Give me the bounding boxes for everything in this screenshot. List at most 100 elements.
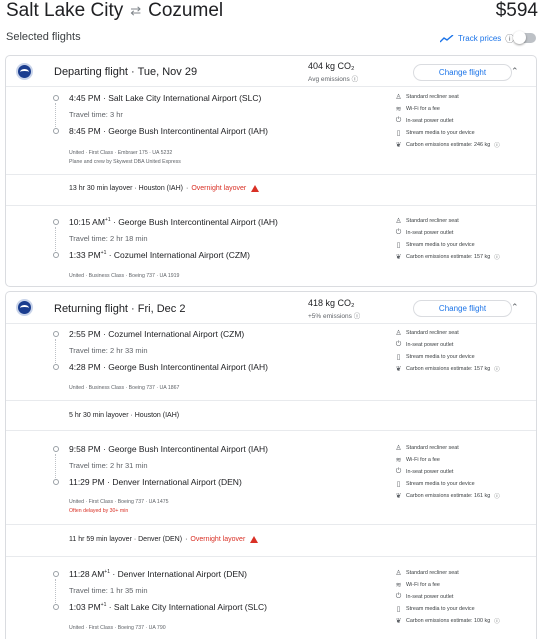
selected-flights-heading: Selected flights bbox=[6, 31, 81, 43]
amenity-seat: ♙ Standard recliner seat bbox=[395, 570, 459, 577]
power-plug-icon: ⏻ bbox=[395, 341, 402, 348]
seat-icon: ♙ bbox=[395, 330, 402, 337]
divider bbox=[6, 174, 536, 175]
amenity-carbon: ❦ Carbon emissions estimate: 161 kg ⓘ bbox=[395, 492, 500, 500]
info-icon[interactable]: ⓘ bbox=[354, 313, 361, 320]
track-prices-label: Track prices bbox=[458, 34, 502, 43]
dep-airport: Salt Lake City International Airport (SL… bbox=[108, 93, 262, 103]
divider bbox=[6, 400, 536, 401]
departure-stop: 11:28 AM+1 · Denver International Airpor… bbox=[69, 569, 248, 579]
flight-details: United · First Class · Boeing 737 · UA 7… bbox=[69, 625, 166, 631]
leaf-icon: ❦ bbox=[395, 254, 402, 261]
delay-warning: Often delayed by 30+ min bbox=[69, 508, 129, 514]
trip-header: Salt Lake City ⇄ Cozumel $594 bbox=[6, 0, 538, 26]
route-dotted-line bbox=[55, 454, 57, 478]
collapse-chevron-up-icon[interactable]: ⌃ bbox=[511, 66, 519, 77]
departing-emissions: 404 kg CO₂ Avg emissions ⓘ bbox=[308, 61, 388, 83]
info-icon[interactable]: ⓘ bbox=[352, 76, 359, 83]
departing-flight-title: Departing flight · Tue, Nov 29 bbox=[54, 66, 198, 78]
change-departing-flight-button[interactable]: Change flight bbox=[413, 64, 512, 81]
departure-stop: 9:58 PM · George Bush Intercontinental A… bbox=[69, 444, 268, 454]
travel-time: Travel time: 1 hr 35 min bbox=[69, 586, 148, 595]
device-icon: ▯ bbox=[396, 354, 401, 361]
destination-city: Cozumel bbox=[148, 0, 224, 21]
wifi-icon: ≋ bbox=[395, 582, 402, 589]
route-dotted-line bbox=[55, 339, 57, 363]
departing-flight-card: Departing flight · Tue, Nov 29 404 kg CO… bbox=[5, 55, 537, 287]
returning-flight-title: Returning flight · Fri, Dec 2 bbox=[54, 303, 186, 315]
departure-dot-icon bbox=[53, 331, 59, 337]
departure-dot-icon bbox=[53, 219, 59, 225]
operated-by: Plane and crew by Skywest DBA United Exp… bbox=[69, 159, 181, 165]
arr-airport: George Bush Intercontinental Airport (IA… bbox=[108, 126, 268, 136]
layover-text: 5 hr 30 min layover · Houston (IAH) bbox=[69, 412, 180, 419]
route-dotted-line bbox=[55, 103, 57, 127]
departure-dot-icon bbox=[53, 446, 59, 452]
device-icon: ▯ bbox=[396, 481, 401, 488]
amenity-media: ▯ Stream media to your device bbox=[396, 354, 475, 361]
divider bbox=[6, 86, 536, 87]
amenity-wifi: ≋ Wi-Fi for a fee bbox=[395, 582, 440, 589]
flight-details: United · Business Class · Boeing 737 · U… bbox=[69, 385, 180, 391]
info-icon[interactable]: ⓘ bbox=[494, 365, 499, 373]
info-icon[interactable]: ⓘ bbox=[494, 492, 499, 500]
collapse-chevron-up-icon[interactable]: ⌃ bbox=[511, 302, 519, 313]
layover-info: 11 hr 59 min layover · Denver (DEN) · Ov… bbox=[69, 536, 259, 543]
device-icon: ▯ bbox=[396, 130, 401, 137]
amenity-power: ⏻ In-seat power outlet bbox=[395, 117, 454, 124]
swap-arrows-icon: ⇄ bbox=[130, 3, 142, 18]
route-dotted-line bbox=[55, 227, 57, 251]
seat-icon: ♙ bbox=[395, 94, 402, 101]
divider bbox=[6, 430, 536, 431]
track-prices[interactable]: Track prices ⓘ bbox=[440, 32, 514, 45]
amenity-wifi: ≋ Wi-Fi for a fee bbox=[395, 457, 440, 464]
wifi-icon: ≋ bbox=[395, 457, 402, 464]
leaf-icon: ❦ bbox=[395, 142, 402, 149]
departure-dot-icon bbox=[53, 571, 59, 577]
returning-flight-card: Returning flight · Fri, Dec 2 418 kg CO₂… bbox=[5, 291, 537, 639]
layover-warning: Overnight layover bbox=[191, 185, 247, 192]
layover-warning: Overnight layover bbox=[190, 536, 246, 543]
seat-icon: ♙ bbox=[395, 445, 402, 452]
seat-icon: ♙ bbox=[395, 218, 402, 225]
flight-details: United · Business Class · Boeing 737 · U… bbox=[69, 273, 180, 279]
device-icon: ▯ bbox=[396, 606, 401, 613]
amenity-media: ▯ Stream media to your device bbox=[396, 606, 475, 613]
device-icon: ▯ bbox=[396, 242, 401, 249]
divider bbox=[6, 205, 536, 206]
arrival-dot-icon bbox=[53, 128, 59, 134]
travel-time: Travel time: 2 hr 33 min bbox=[69, 346, 148, 355]
amenity-seat: ♙ Standard recliner seat bbox=[395, 330, 459, 337]
leaf-icon: ❦ bbox=[395, 493, 402, 500]
info-icon[interactable]: ⓘ bbox=[494, 141, 499, 149]
arrival-dot-icon bbox=[53, 252, 59, 258]
arrival-dot-icon bbox=[53, 479, 59, 485]
layover-info: 13 hr 30 min layover · Houston (IAH) · O… bbox=[69, 185, 260, 192]
trend-line-icon bbox=[440, 34, 454, 42]
change-returning-flight-button[interactable]: Change flight bbox=[413, 300, 512, 317]
returning-emissions: 418 kg CO₂ +5% emissions ⓘ bbox=[308, 298, 388, 320]
leaf-icon: ❦ bbox=[395, 618, 402, 625]
travel-time: Travel time: 2 hr 31 min bbox=[69, 461, 148, 470]
arrival-stop: 1:33 PM+1 · Cozumel International Airpor… bbox=[69, 250, 250, 260]
arrival-stop: 11:29 PM · Denver International Airport … bbox=[69, 477, 242, 487]
power-plug-icon: ⏻ bbox=[395, 229, 402, 236]
divider bbox=[6, 524, 536, 525]
warning-icon bbox=[251, 185, 260, 192]
info-icon[interactable]: ⓘ bbox=[494, 617, 499, 625]
layover-text: 13 hr 30 min layover · Houston (IAH) bbox=[69, 185, 183, 192]
divider bbox=[6, 323, 536, 324]
united-airline-logo bbox=[16, 63, 33, 80]
amenity-carbon: ❦ Carbon emissions estimate: 157 kg ⓘ bbox=[395, 365, 500, 373]
track-prices-toggle[interactable] bbox=[513, 31, 536, 44]
seat-icon: ♙ bbox=[395, 570, 402, 577]
leaf-icon: ❦ bbox=[395, 366, 402, 373]
amenity-power: ⏻ In-seat power outlet bbox=[395, 229, 454, 236]
arr-time: 8:45 PM bbox=[69, 126, 101, 136]
united-airline-logo bbox=[16, 299, 33, 316]
info-icon[interactable]: ⓘ bbox=[494, 253, 499, 261]
amenity-power: ⏻ In-seat power outlet bbox=[395, 593, 454, 600]
flight-details: United · First Class · Embraer 175 · UA … bbox=[69, 150, 173, 156]
departure-stop: 10:15 AM+1 · George Bush Intercontinenta… bbox=[69, 217, 278, 227]
emissions-value: 418 kg CO₂ bbox=[308, 298, 355, 308]
